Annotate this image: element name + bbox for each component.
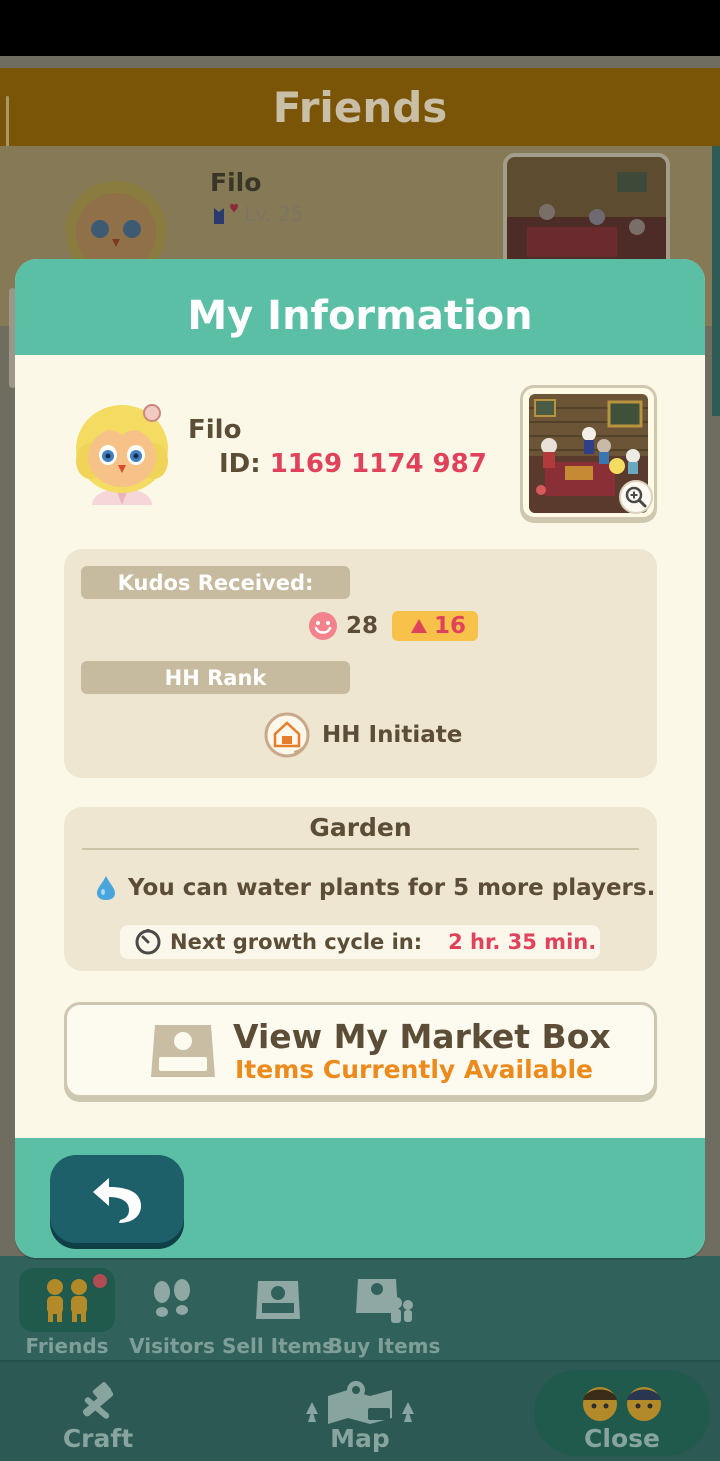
dialog-title: My Information [187,293,533,339]
up-arrow-icon [411,619,428,633]
hh-rank-label: HH Rank [81,661,350,694]
subnav-visitors[interactable]: Visitors [120,1256,224,1360]
villagers-icon [574,1380,670,1424]
friend-name: Filo [210,168,262,197]
player-name: Filo [188,415,242,445]
dialog-footer [15,1138,705,1258]
kudos-label: Kudos Received: [81,566,350,599]
friends-header: Friends [0,68,720,146]
garden-panel: Garden You can water plants for 5 more p… [64,807,657,971]
garden-divider [82,848,639,850]
growth-cycle-pill: Next growth cycle in: 2 hr. 35 min. [120,925,600,959]
zoom-button[interactable] [619,480,653,514]
room-scene-icon [507,157,666,269]
main-navigation: Craft Map Close [0,1360,720,1461]
subnav-sell-items-label: Sell Items [222,1334,334,1358]
water-text: You can water plants for 5 more players. [128,875,656,901]
view-market-box-button[interactable]: View My Market Box Items Currently Avail… [64,1002,657,1098]
nav-craft-label: Craft [62,1424,134,1453]
subnav-sell-items[interactable]: Sell Items [222,1256,334,1360]
water-drop-icon [97,876,115,900]
market-box-icon [151,1025,215,1077]
nav-close[interactable]: Close [546,1362,698,1461]
hh-badge-icon [264,712,310,758]
kudos-rankup-value: 16 [434,613,467,639]
growth-cycle-label: Next growth cycle in: [170,930,423,954]
water-row: You can water plants for 5 more players. [96,875,655,901]
market-box-icon [230,1268,326,1332]
player-id-value: 1169 1174 987 [269,449,487,479]
garden-title: Garden [309,813,412,842]
back-arrow-icon [93,1178,141,1223]
back-button[interactable] [50,1155,184,1243]
nav-craft[interactable]: Craft [48,1362,148,1461]
kudos-rank-panel: Kudos Received: 28 16 HH Rank HH Initiat… [64,549,657,778]
kudos-row: 28 16 [308,611,479,641]
zoom-in-icon [625,486,647,508]
nav-close-label: Close [584,1424,660,1453]
timer-icon [135,929,161,955]
map-icon [298,1380,422,1424]
player-id-label: ID: [219,449,261,479]
room-thumbnail[interactable] [520,385,657,520]
footprints-icon [124,1268,220,1332]
player-id-row: ID: 1169 1174 987 [219,449,487,479]
subnav-friends[interactable]: Friends [15,1256,119,1360]
cat-heart-icon [214,203,238,224]
subnav-friends-label: Friends [25,1334,109,1358]
friend-level-row: Lv. 25 [212,202,304,226]
hh-rank-row: HH Initiate [264,712,462,758]
hammer-icon [74,1380,122,1424]
smiley-icon [309,612,337,640]
kudos-rankup-badge: 16 [392,611,479,641]
subnav-buy-items-label: Buy Items [327,1334,441,1358]
buy-items-icon [336,1268,432,1332]
market-box-subtitle: Items Currently Available [235,1055,593,1084]
scroll-indicator [6,96,9,150]
friend-level: Lv. 25 [244,202,304,226]
subnav-visitors-label: Visitors [129,1334,215,1358]
player-avatar-icon [76,404,168,505]
sub-navigation: Friends Visitors Sell Items Buy Items [0,1256,720,1360]
growth-cycle-value: 2 hr. 35 min. [448,930,597,954]
scrollbar-right[interactable] [712,146,720,416]
my-information-dialog: My Information Filo ID: 1169 1174 987 Ku… [15,259,705,1258]
dialog-header: My Information [15,259,705,355]
market-box-title: View My Market Box [233,1017,611,1056]
friends-icon [19,1268,115,1332]
status-bar [0,0,720,56]
notification-dot [91,1272,109,1290]
hh-rank-value: HH Initiate [322,722,463,748]
friend-room-thumbnail[interactable] [503,153,670,273]
kudos-count: 28 [346,613,379,639]
friend-avatar-icon [66,181,166,261]
subnav-buy-items[interactable]: Buy Items [328,1256,440,1360]
friends-header-title: Friends [272,82,448,132]
nav-map[interactable]: Map [296,1362,424,1461]
nav-map-label: Map [330,1424,390,1453]
